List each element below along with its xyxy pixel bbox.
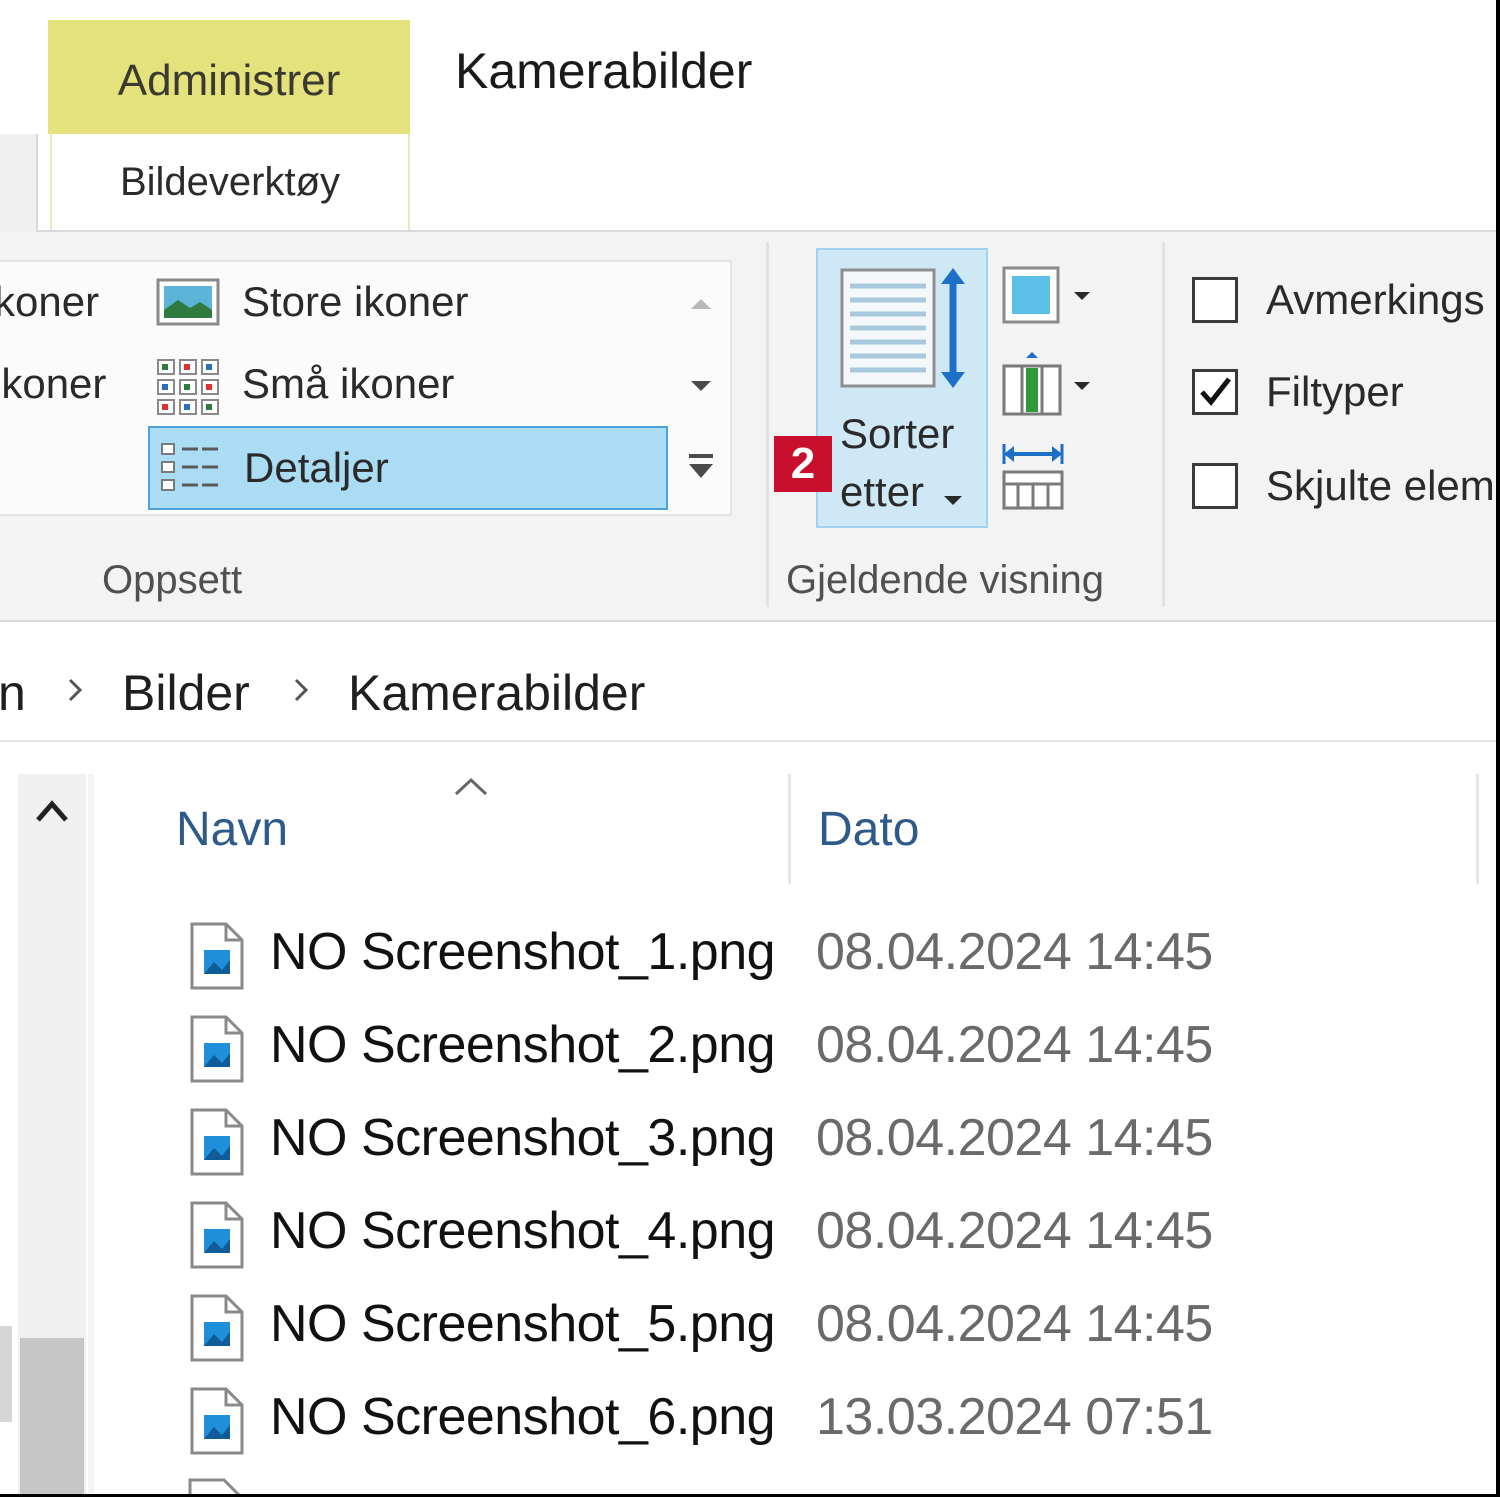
context-tab-group-label: Administrer — [117, 56, 341, 105]
sort-by-button[interactable]: Sorter etter — [816, 248, 988, 528]
checkmark-icon — [1200, 377, 1231, 406]
file-row[interactable]: NO Screenshot_6.png 13.03.2024 07:51 — [180, 1383, 1460, 1469]
column-header-name[interactable]: Navn — [176, 802, 288, 857]
file-name: NO Screenshot_1.png — [270, 923, 776, 981]
file-date: 08.04.2024 14:45 — [816, 1109, 1213, 1167]
chevron-right-icon[interactable] — [64, 670, 88, 710]
file-name: NO Screenshot_2.png — [270, 1016, 776, 1074]
expand-more-icon — [689, 454, 713, 478]
image-file-icon — [190, 1294, 244, 1362]
file-extensions-option[interactable]: Filtyper — [1192, 362, 1404, 422]
checkbox[interactable] — [1192, 463, 1238, 509]
size-columns-to-fit-button[interactable] — [1000, 442, 1100, 512]
layout-extra-large-icons[interactable]: koner — [0, 262, 99, 342]
option-label: Avmerkings — [1266, 276, 1485, 323]
file-name: NO Screenshot_5.png — [270, 1295, 776, 1353]
image-file-icon — [190, 1015, 244, 1083]
layout-large-icons[interactable]: Store ikoner — [156, 262, 468, 342]
file-date: 08.04.2024 14:45 — [816, 1295, 1213, 1353]
sort-by-label-2: etter — [840, 468, 925, 515]
gallery-scroll-up-button[interactable] — [672, 262, 730, 344]
sort-ascending-icon — [454, 777, 488, 796]
layout-gallery: koner Store ikoner ikoner Små ikoner Det… — [0, 260, 732, 516]
file-date: 08.04.2024 14:45 — [816, 1202, 1213, 1260]
file-row[interactable]: NO Screenshot_5.png 08.04.2024 14:45 — [180, 1290, 1460, 1376]
layout-details[interactable]: Detaljer — [148, 426, 668, 510]
scrollbar-thumb[interactable] — [20, 1338, 84, 1497]
group-by-icon — [1002, 266, 1090, 324]
large-icons-icon — [156, 274, 220, 330]
checkbox[interactable] — [1192, 277, 1238, 323]
column-divider[interactable] — [788, 774, 791, 884]
add-columns-button[interactable] — [1000, 350, 1100, 420]
details-icon — [158, 440, 222, 496]
gallery-expand-button[interactable] — [672, 426, 730, 508]
chevron-up-icon — [691, 299, 711, 309]
file-name: NO Screenshot_6.png — [270, 1388, 776, 1446]
file-row[interactable]: NO Screenshot_1.png 08.04.2024 14:45 — [180, 918, 1460, 1004]
ribbon: koner Store ikoner ikoner Små ikoner Det… — [0, 232, 1496, 622]
small-icons-icon — [156, 356, 220, 415]
sort-by-icon — [840, 268, 965, 388]
checkbox-checked[interactable] — [1192, 369, 1238, 415]
size-columns-icon — [1002, 444, 1064, 510]
tab-picture-tools-label: Bildeverktøy — [119, 159, 341, 204]
file-date: 08.04.2024 14:45 — [816, 1016, 1213, 1074]
add-columns-icon — [1002, 352, 1090, 416]
dropdown-caret-icon — [944, 496, 962, 505]
scroll-up-arrow-icon[interactable] — [32, 792, 72, 828]
file-date: 08.04.2024 14:45 — [816, 923, 1213, 981]
file-row[interactable]: NO Screenshot_2.png 08.04.2024 14:45 — [180, 1011, 1460, 1097]
image-file-icon — [190, 1108, 244, 1176]
layout-small-icons[interactable]: Små ikoner — [156, 344, 454, 424]
group-separator — [1162, 242, 1165, 607]
file-name: NO Screenshot_3.png — [270, 1109, 776, 1167]
hidden-items-option[interactable]: Skjulte elem — [1192, 456, 1495, 516]
layout-item-label: Små ikoner — [242, 360, 455, 407]
layout-item-label: Store ikoner — [242, 278, 469, 325]
image-file-icon — [190, 922, 244, 990]
column-divider[interactable] — [1476, 774, 1479, 884]
image-file-icon — [190, 1201, 244, 1269]
tab-strip-left — [0, 134, 38, 232]
layout-item-label: Detaljer — [244, 444, 389, 491]
layout-item-label: koner — [0, 278, 100, 325]
file-row[interactable]: NO Screenshot_4.png 08.04.2024 14:45 — [180, 1197, 1460, 1283]
column-header-date[interactable]: Dato — [818, 802, 919, 857]
chevron-right-icon[interactable] — [290, 670, 314, 710]
file-name: NO Screenshot_4.png — [270, 1202, 776, 1260]
breadcrumb-item[interactable]: Bilder — [122, 664, 250, 722]
sort-by-label-1: Sorter — [840, 410, 955, 457]
image-file-icon — [190, 1387, 244, 1455]
breadcrumb-item[interactable]: n — [0, 664, 26, 722]
context-tab-group-header: Administrer — [48, 20, 410, 134]
title-bar: Administrer Kamerabilder Bildeverktøy — [0, 0, 1496, 232]
window-title: Kamerabilder — [455, 43, 753, 99]
option-label: Skjulte elem — [1266, 462, 1495, 509]
group-by-button[interactable] — [1000, 260, 1100, 330]
layout-medium-icons[interactable]: ikoner — [0, 344, 106, 424]
tab-picture-tools[interactable]: Bildeverktøy — [50, 134, 410, 232]
group-label-layout: Oppsett — [102, 558, 243, 602]
file-icon-partial — [188, 1478, 242, 1496]
breadcrumb-item-current[interactable]: Kamerabilder — [348, 664, 645, 722]
file-date: 13.03.2024 07:51 — [816, 1388, 1213, 1446]
file-row[interactable]: NO Screenshot_3.png 08.04.2024 14:45 — [180, 1104, 1460, 1190]
chevron-down-icon — [691, 381, 711, 391]
step-number-badge: 2 — [774, 436, 832, 492]
layout-item-label: ikoner — [0, 360, 107, 407]
pane-divider[interactable] — [88, 774, 94, 1494]
group-separator — [766, 242, 769, 607]
address-bar[interactable]: n Bilder Kamerabilder — [0, 646, 1496, 742]
window-frame-right — [1496, 0, 1500, 1497]
group-label-current-view: Gjeldende visning — [786, 558, 1104, 602]
item-check-boxes-option[interactable]: Avmerkings — [1192, 270, 1485, 330]
file-explorer-window: Administrer Kamerabilder Bildeverktøy ko… — [0, 0, 1500, 1497]
gallery-scroll-down-button[interactable] — [672, 344, 730, 426]
option-label: Filtyper — [1266, 368, 1404, 415]
navigation-pane-edge — [0, 1326, 12, 1422]
